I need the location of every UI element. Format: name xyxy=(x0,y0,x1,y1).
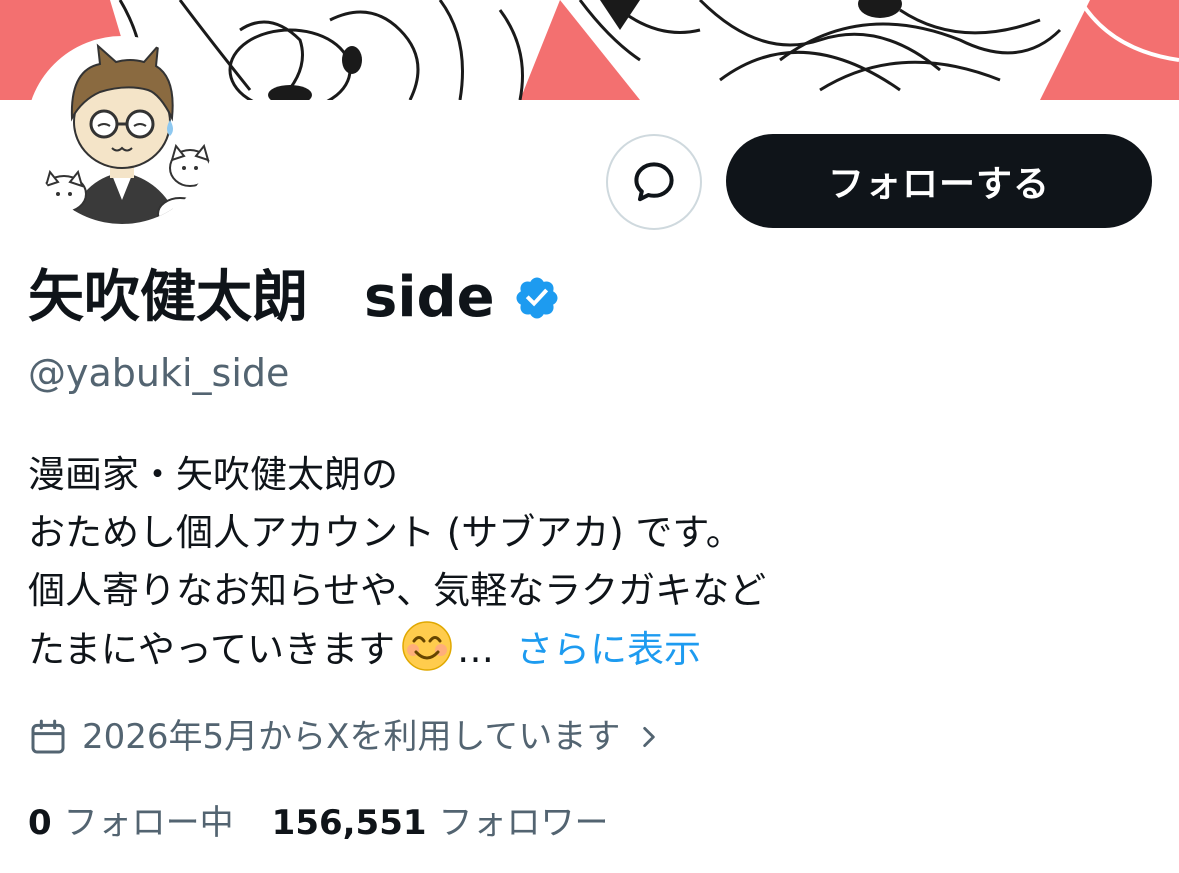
chevron-right-icon xyxy=(643,726,656,748)
following-count: 0 xyxy=(28,803,52,843)
bio-line-last: たまにやっていきます … さらに表示 xyxy=(28,620,766,678)
bio-ellipsis: … xyxy=(457,628,495,671)
joined-text: 2026年5月からXを利用しています xyxy=(82,717,621,757)
cartoon-man-with-cats-avatar-icon xyxy=(30,40,214,224)
followers-count: 156,551 xyxy=(271,803,427,843)
profile-page: フォローする 矢吹健太朗 side @yabuki_side 漫画家・矢吹健太朗… xyxy=(0,0,1179,873)
bio-line: おためし個人アカウント (サブアカ) です。 xyxy=(28,511,743,554)
chat-bubble-icon xyxy=(634,162,674,202)
following-label: フォロー中 xyxy=(63,803,234,843)
smiling-face-icon xyxy=(402,621,452,671)
bio-line: 個人寄りなお知らせや、気軽なラクガキなど xyxy=(28,569,767,612)
followers-label: フォロワー xyxy=(438,803,609,843)
joined-date-row[interactable]: 2026年5月からXを利用しています xyxy=(28,712,662,762)
bio-line-text: たまにやっていきます xyxy=(28,628,396,671)
bio-line: 漫画家・矢吹健太朗の xyxy=(28,453,398,496)
avatar[interactable] xyxy=(26,36,218,228)
verified-badge-icon[interactable] xyxy=(513,274,561,322)
following-stat[interactable]: 0 フォロー中 xyxy=(28,798,234,848)
profile-handle: @yabuki_side xyxy=(28,351,290,395)
display-name: 矢吹健太朗 side xyxy=(28,265,495,330)
show-more-link[interactable]: さらに表示 xyxy=(516,628,701,671)
message-button[interactable] xyxy=(606,134,702,230)
followers-stat[interactable]: 156,551 フォロワー xyxy=(272,798,609,848)
profile-bio: 漫画家・矢吹健太朗の おためし個人アカウント (サブアカ) です。 個人寄りなお… xyxy=(28,446,766,678)
calendar-icon xyxy=(31,719,65,754)
follow-button[interactable]: フォローする xyxy=(726,134,1152,228)
profile-name-row: 矢吹健太朗 side xyxy=(28,262,561,334)
follow-stats: 0 フォロー中 156,551 フォロワー xyxy=(28,798,609,848)
